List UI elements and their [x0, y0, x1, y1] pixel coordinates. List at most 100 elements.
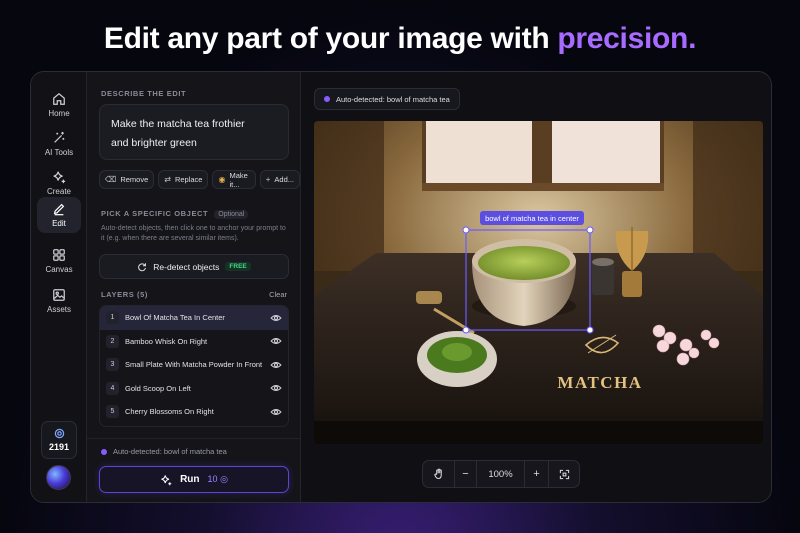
credits-value: 2191: [48, 442, 70, 452]
replace-chip[interactable]: ⇄ Replace: [158, 170, 209, 189]
layer-name: Small Plate With Matcha Powder In Front: [125, 360, 263, 370]
edit-panel: DESCRIBE THE EDIT Make the matcha tea fr…: [87, 72, 301, 502]
run-cost-value: 10: [207, 474, 218, 484]
nav-label: AI Tools: [44, 148, 74, 157]
zoom-out-button[interactable]: −: [455, 461, 477, 487]
layer-row[interactable]: 2 Bamboo Whisk On Right: [100, 330, 288, 354]
pick-object-text: PICK A SPECIFIC OBJECT: [101, 209, 209, 218]
headline-text: Edit any part of your image with: [103, 22, 558, 55]
credits-icon: ◎: [220, 474, 228, 484]
auto-detected-status: Auto-detected: bowl of matcha tea: [101, 447, 227, 456]
selection-label: bowl of matcha tea in center: [485, 214, 579, 223]
add-chip[interactable]: + Add...: [259, 170, 300, 189]
layer-number: 1: [106, 311, 119, 325]
nav-label: Assets: [46, 305, 71, 314]
nav-label: Create: [46, 187, 71, 196]
chip-label: Remove: [120, 175, 149, 184]
nav-item-assets[interactable]: Assets: [37, 282, 81, 320]
auto-detected-text: Auto-detected: bowl of matcha tea: [113, 447, 227, 456]
eye-icon[interactable]: [270, 382, 282, 394]
layers-title: LAYERS (5): [101, 290, 148, 299]
nav-item-ai-tools[interactable]: AI Tools: [37, 125, 81, 163]
edit-image[interactable]: MATCHA bowl of matcha tea in center: [314, 121, 763, 444]
pick-object-label: PICK A SPECIFIC OBJECT Optional: [101, 209, 249, 219]
redetect-objects-button[interactable]: Re-detect objects FREE: [99, 254, 289, 279]
nav-item-canvas[interactable]: Canvas: [37, 242, 81, 280]
describe-edit-label: DESCRIBE THE EDIT: [101, 89, 187, 98]
avatar[interactable]: [46, 465, 71, 490]
layer-row[interactable]: 1 Bowl Of Matcha Tea In Center: [100, 306, 288, 330]
hand-icon: [433, 468, 442, 480]
layer-name: Cherry Blossoms On Right: [125, 407, 214, 417]
optional-badge: Optional: [214, 210, 249, 219]
redetect-label: Re-detect objects: [153, 261, 220, 272]
remove-chip[interactable]: ⌫ Remove: [99, 170, 155, 189]
image-icon: [53, 289, 65, 301]
page-headline: Edit any part of your image with precisi…: [0, 22, 800, 56]
eraser-icon: ⌫: [105, 175, 117, 184]
matcha-photo: MATCHA bowl of matcha tea in center: [314, 121, 763, 444]
layer-name: Gold Scoop On Left: [125, 383, 191, 393]
sparkle-icon: [53, 171, 66, 184]
grid-icon: [53, 249, 65, 261]
status-dot-icon: [101, 448, 107, 455]
auto-detected-text: Auto-detected: bowl of matcha tea: [336, 94, 450, 104]
eye-icon[interactable]: [270, 359, 282, 371]
layer-name: Bowl Of Matcha Tea In Center: [125, 313, 225, 323]
plus-icon: +: [533, 468, 540, 480]
nav-item-home[interactable]: Home: [37, 86, 81, 124]
layer-row[interactable]: 3 Small Plate With Matcha Powder In Fron…: [100, 353, 288, 377]
chip-label: Replace: [174, 175, 203, 184]
hand-tool-button[interactable]: [423, 461, 455, 487]
replace-icon: ⇄: [164, 175, 171, 184]
panel-divider: [87, 438, 301, 439]
pencil-icon: [53, 203, 65, 216]
zoom-toolbar: − 100% +: [422, 460, 580, 488]
eye-icon[interactable]: [270, 335, 282, 347]
nav-item-edit[interactable]: Edit: [37, 197, 81, 233]
refresh-icon: [138, 262, 147, 271]
nav-label: Canvas: [45, 265, 73, 274]
edit-prompt-input[interactable]: Make the matcha tea frothier and brighte…: [99, 104, 289, 160]
status-dot-icon: [324, 96, 330, 102]
fit-screen-button[interactable]: [549, 461, 579, 487]
run-cost: 10 ◎: [208, 474, 228, 485]
layer-row[interactable]: 5 Cherry Blossoms On Right: [100, 400, 288, 424]
nav-label: Edit: [52, 219, 66, 228]
chip-label: Make it...: [229, 170, 248, 189]
run-label: Run: [180, 474, 200, 485]
fit-screen-icon: [559, 469, 569, 479]
zoom-level: 100%: [477, 461, 525, 487]
quick-actions: ⌫ Remove ⇄ Replace ◉ Make it... + Add...: [99, 170, 300, 189]
chip-label: Add...: [274, 175, 294, 184]
layer-number: 2: [106, 334, 119, 348]
credits-icon: [54, 428, 64, 439]
app-window: Home AI Tools Create Edit Canvas Assets …: [30, 71, 772, 503]
zoom-in-button[interactable]: +: [525, 461, 549, 487]
sparkle-icon: [161, 474, 172, 485]
nav-label: Home: [48, 109, 70, 118]
pick-object-hint: Auto-detect objects, then click one to a…: [101, 225, 286, 242]
layer-number: 4: [106, 381, 119, 395]
nav-rail: Home AI Tools Create Edit Canvas Assets …: [31, 72, 87, 502]
make-it-chip[interactable]: ◉ Make it...: [212, 170, 256, 189]
layer-number: 5: [106, 405, 119, 419]
run-button[interactable]: Run 10 ◎: [99, 466, 289, 493]
minus-icon: −: [462, 468, 469, 480]
layers-header: LAYERS (5) Clear: [101, 290, 287, 299]
free-badge: FREE: [225, 262, 251, 271]
headline-accent: precision.: [557, 22, 697, 55]
home-icon: [53, 92, 65, 105]
magic-wand-icon: [54, 131, 65, 143]
eye-icon[interactable]: [270, 406, 282, 418]
plus-icon: +: [265, 175, 271, 184]
layers-list: 1 Bowl Of Matcha Tea In Center 2 Bamboo …: [99, 305, 289, 427]
eye-icon[interactable]: [270, 312, 282, 324]
layer-row[interactable]: 4 Gold Scoop On Left: [100, 377, 288, 401]
credits-counter[interactable]: 2191: [41, 421, 77, 459]
palette-icon: ◉: [218, 175, 226, 184]
layer-name: Bamboo Whisk On Right: [125, 336, 208, 346]
board-text: MATCHA: [557, 373, 642, 392]
clear-layers-button[interactable]: Clear: [269, 290, 287, 299]
layer-number: 3: [106, 358, 119, 372]
